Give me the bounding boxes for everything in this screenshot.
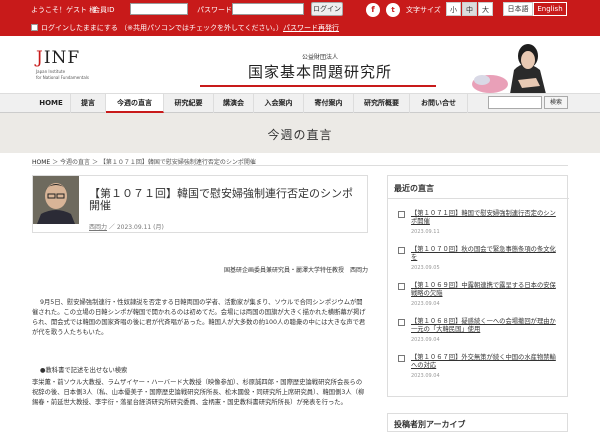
author-photo bbox=[33, 176, 79, 224]
document-icon bbox=[398, 283, 405, 290]
recent-post-title[interactable]: 【第１０６７回】外交無策が続く中国の水産物禁輸への対応 bbox=[411, 354, 561, 370]
facebook-icon[interactable]: f bbox=[366, 3, 380, 17]
font-size-large-button[interactable]: 大 bbox=[478, 2, 493, 16]
org-name: 国家基本問題研究所 bbox=[247, 63, 392, 81]
nav-home[interactable]: HOME bbox=[32, 94, 71, 113]
author-link[interactable]: 西岡力 bbox=[89, 224, 107, 231]
keep-login-label: ログインしたままにする （※共用パソコンではチェックを外してください。） bbox=[41, 24, 284, 32]
password-input[interactable] bbox=[232, 3, 304, 15]
divider bbox=[32, 165, 568, 166]
article-meta: 西岡力 ／ 2023.09.11 (月) bbox=[89, 224, 164, 231]
lang-english-button[interactable]: English bbox=[533, 2, 567, 16]
recent-post-date: 2023.09.04 bbox=[411, 373, 440, 379]
nav-proposals[interactable]: 提言 bbox=[71, 94, 106, 113]
site-title: 公益財団法人 国家基本問題研究所 bbox=[200, 52, 440, 82]
article-header: 【第１０７１回】韓国で慰安婦強制連行否定のシンポ開催 西岡力 ／ 2023.09… bbox=[32, 175, 368, 233]
recent-post-date: 2023.09.04 bbox=[411, 301, 440, 307]
nav-weekly-opinion[interactable]: 今週の直言 bbox=[106, 94, 164, 113]
recent-posts-heading: 最近の直言 bbox=[394, 184, 434, 193]
recent-post-date: 2023.09.04 bbox=[411, 337, 440, 343]
nav-bulletin[interactable]: 研究紀要 bbox=[164, 94, 214, 113]
password-label: パスワード bbox=[197, 6, 232, 14]
article-title: 【第１０７１回】韓国で慰安婦強制連行否定のシンポ開催 bbox=[89, 187, 353, 212]
recent-post-title[interactable]: 【第１０６９回】中露朝連携で露呈する日本の安保戦略の欠陥 bbox=[411, 282, 561, 298]
archive-heading: 投稿者別アーカイブ bbox=[394, 420, 466, 429]
member-id-label: 会員ID bbox=[93, 6, 115, 14]
login-button[interactable]: ログイン bbox=[311, 2, 343, 16]
nav-membership[interactable]: 入会案内 bbox=[254, 94, 304, 113]
logo-text: INF bbox=[43, 48, 81, 68]
font-size-label: 文字サイズ bbox=[406, 6, 441, 14]
keep-login-checkbox[interactable]: ログインしたままにする （※共用パソコンではチェックを外してください。） bbox=[31, 23, 283, 33]
page-title: 今週の直言 bbox=[267, 128, 333, 142]
document-icon bbox=[398, 211, 405, 218]
top-bar: ようこそ！ゲスト 様 会員ID パスワード ログイン ログインしたままにする （… bbox=[0, 0, 600, 36]
search-button[interactable]: 検索 bbox=[544, 96, 568, 109]
font-size-medium-button[interactable]: 中 bbox=[462, 2, 477, 16]
search-input[interactable] bbox=[488, 96, 542, 109]
document-icon bbox=[398, 355, 405, 362]
recent-post-title[interactable]: 【第１０７０回】秋の国会で緊急事態条項の条文化を bbox=[411, 246, 561, 262]
nav-about[interactable]: 研究所概要 bbox=[354, 94, 410, 113]
president-portrait-image bbox=[470, 40, 565, 94]
article: 【第１０７１回】韓国で慰安婦強制連行否定のシンポ開催 西岡力 ／ 2023.09… bbox=[32, 175, 368, 432]
jinf-logo[interactable]: JINF Japan Institute for National Fundam… bbox=[36, 48, 89, 80]
logo-sub2: for National Fundamentals bbox=[36, 75, 89, 80]
article-paragraph: 9月5日、慰安婦強制連行・性奴隷説を否定する日韓両国の学者、活動家が集まり、ソウ… bbox=[32, 299, 366, 336]
document-icon bbox=[398, 247, 405, 254]
member-id-input[interactable] bbox=[130, 3, 188, 15]
font-size-small-button[interactable]: 小 bbox=[446, 2, 461, 16]
divider bbox=[388, 198, 569, 199]
twitter-icon[interactable]: t bbox=[386, 3, 400, 17]
title-underline bbox=[200, 85, 436, 87]
nav-donation[interactable]: 寄付案内 bbox=[304, 94, 354, 113]
forgot-password-link[interactable]: パスワード再発行 bbox=[283, 23, 339, 33]
recent-post-date: 2023.09.05 bbox=[411, 265, 440, 271]
document-icon bbox=[398, 319, 405, 326]
nav-contact[interactable]: お問い合せ bbox=[410, 94, 468, 113]
org-type: 公益財団法人 bbox=[301, 54, 338, 61]
article-subheading: ●教科書で記述を出せない検索 bbox=[40, 367, 128, 374]
nav-lectures[interactable]: 講演会 bbox=[214, 94, 254, 113]
logo-sub1: Japan Institute bbox=[36, 69, 66, 74]
lang-japanese-button[interactable]: 日本語 bbox=[503, 2, 533, 16]
recent-post-title[interactable]: 【第１０６８回】疑惑続く一への会場撤回が理由か一元の「大韓民国」使用 bbox=[411, 318, 561, 334]
archive-by-author-box: 投稿者別アーカイブ bbox=[387, 413, 568, 432]
recent-posts-box: 最近の直言 【第１０７１回】韓国で慰安婦強制連行否定のシンポ開催 2023.09… bbox=[387, 175, 569, 397]
sidebar: 最近の直言 【第１０７１回】韓国で慰安婦強制連行否定のシンポ開催 2023.09… bbox=[387, 175, 569, 432]
recent-post-date: 2023.09.11 bbox=[411, 229, 440, 235]
article-date: 2023.09.11 (月) bbox=[116, 224, 164, 231]
article-paragraph: 李栄薫・前ソウル大教授、ラムザイヤー・ハーバード大教授（映像参加）、杉原誠四郎・… bbox=[32, 379, 365, 406]
welcome-text: ようこそ！ゲスト 様 bbox=[31, 6, 97, 14]
checkbox-icon[interactable] bbox=[31, 24, 38, 31]
article-byline: 国基研企画委員兼研究員・麗澤大学特任教授 西岡力 bbox=[223, 267, 368, 274]
recent-post-title[interactable]: 【第１０７１回】韓国で慰安婦強制連行否定のシンポ開催 bbox=[411, 210, 561, 226]
